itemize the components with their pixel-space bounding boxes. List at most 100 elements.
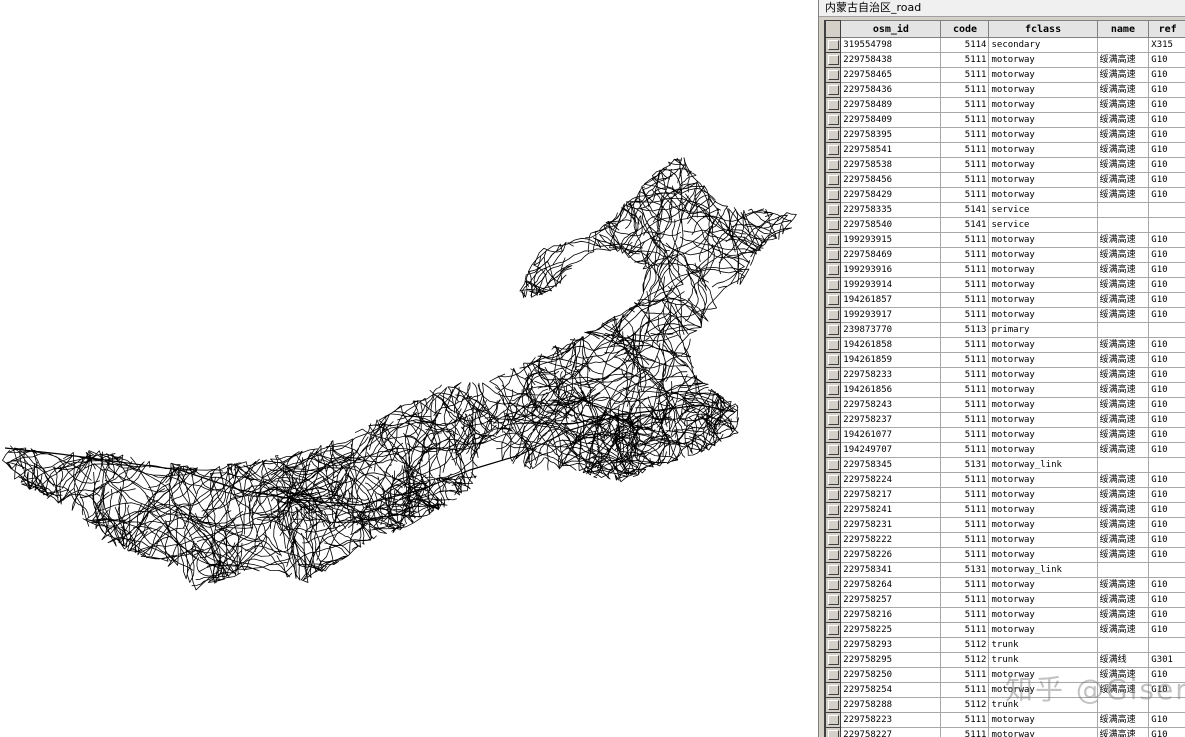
cell-ref[interactable]: G10 [1148, 127, 1185, 143]
cell-osm-id[interactable]: 194261077 [840, 427, 942, 443]
cell-code[interactable]: 5111 [940, 487, 990, 503]
table-row[interactable]: 229758241 5111 motorway 绥满高速 G10 [825, 502, 1185, 518]
table-row[interactable]: 229758250 5111 motorway 绥满高速 G10 [825, 667, 1185, 683]
cell-code[interactable]: 5111 [940, 367, 990, 383]
cell-fclass[interactable]: motorway [988, 307, 1098, 323]
cell-fclass[interactable]: motorway [988, 442, 1098, 458]
cell-name[interactable]: 绥满高速 [1096, 232, 1150, 248]
row-selector[interactable] [825, 52, 842, 68]
column-header-ref[interactable]: ref [1148, 20, 1185, 38]
cell-code[interactable]: 5111 [940, 172, 990, 188]
table-row[interactable]: 229758233 5111 motorway 绥满高速 G10 [825, 367, 1185, 383]
cell-code[interactable]: 5111 [940, 397, 990, 413]
cell-code[interactable]: 5111 [940, 337, 990, 353]
cell-ref[interactable]: G10 [1148, 442, 1185, 458]
cell-code[interactable]: 5111 [940, 667, 990, 683]
cell-code[interactable]: 5111 [940, 277, 990, 293]
cell-name[interactable]: 绥满高速 [1096, 592, 1150, 608]
cell-name[interactable]: 绥满高速 [1096, 292, 1150, 308]
cell-name[interactable] [1096, 202, 1150, 218]
cell-code[interactable]: 5113 [940, 322, 990, 338]
row-selector[interactable] [825, 457, 842, 473]
cell-code[interactable]: 5112 [940, 637, 990, 653]
cell-ref[interactable]: G10 [1148, 547, 1185, 563]
row-selector[interactable] [825, 232, 842, 248]
cell-code[interactable]: 5111 [940, 682, 990, 698]
table-row[interactable]: 229758223 5111 motorway 绥满高速 G10 [825, 712, 1185, 728]
cell-name[interactable] [1096, 637, 1150, 653]
cell-name[interactable]: 绥满高速 [1096, 472, 1150, 488]
table-row[interactable]: 239873770 5113 primary [825, 322, 1185, 338]
cell-osm-id[interactable]: 229758293 [840, 637, 942, 653]
cell-name[interactable]: 绥满高速 [1096, 727, 1150, 737]
row-selector[interactable] [825, 187, 842, 203]
table-row[interactable]: 229758436 5111 motorway 绥满高速 G10 [825, 82, 1185, 98]
cell-ref[interactable]: G10 [1148, 727, 1185, 737]
cell-osm-id[interactable]: 229758217 [840, 487, 942, 503]
cell-code[interactable]: 5111 [940, 622, 990, 638]
cell-osm-id[interactable]: 229758429 [840, 187, 942, 203]
row-selector[interactable] [825, 277, 842, 293]
cell-osm-id[interactable]: 239873770 [840, 322, 942, 338]
cell-osm-id[interactable]: 229758231 [840, 517, 942, 533]
cell-fclass[interactable]: trunk [988, 652, 1098, 668]
cell-osm-id[interactable]: 229758288 [840, 697, 942, 713]
map-view[interactable] [0, 0, 818, 737]
cell-ref[interactable]: G10 [1148, 577, 1185, 593]
cell-code[interactable]: 5111 [940, 307, 990, 323]
cell-ref[interactable]: G10 [1148, 67, 1185, 83]
cell-osm-id[interactable]: 229758225 [840, 622, 942, 638]
row-selector[interactable] [825, 547, 842, 563]
cell-ref[interactable]: G10 [1148, 247, 1185, 263]
column-header-fclass[interactable]: fclass [988, 20, 1098, 38]
cell-name[interactable]: 绥满高速 [1096, 607, 1150, 623]
cell-osm-id[interactable]: 194261859 [840, 352, 942, 368]
cell-code[interactable]: 5111 [940, 592, 990, 608]
cell-osm-id[interactable]: 229758341 [840, 562, 942, 578]
cell-name[interactable]: 绥满高速 [1096, 172, 1150, 188]
cell-fclass[interactable]: motorway [988, 127, 1098, 143]
cell-name[interactable] [1096, 562, 1150, 578]
table-row[interactable]: 229758345 5131 motorway_link [825, 457, 1185, 473]
table-row[interactable]: 229758489 5111 motorway 绥满高速 G10 [825, 97, 1185, 113]
cell-fclass[interactable]: motorway [988, 577, 1098, 593]
cell-code[interactable]: 5111 [940, 427, 990, 443]
cell-osm-id[interactable]: 319554798 [840, 37, 942, 53]
cell-osm-id[interactable]: 229758264 [840, 577, 942, 593]
row-selector[interactable] [825, 67, 842, 83]
cell-code[interactable]: 5111 [940, 97, 990, 113]
cell-ref[interactable]: G10 [1148, 472, 1185, 488]
cell-code[interactable]: 5111 [940, 577, 990, 593]
cell-fclass[interactable]: motorway [988, 82, 1098, 98]
cell-osm-id[interactable]: 229758345 [840, 457, 942, 473]
row-selector[interactable] [825, 412, 842, 428]
cell-name[interactable]: 绥满高速 [1096, 397, 1150, 413]
table-row[interactable]: 229758465 5111 motorway 绥满高速 G10 [825, 67, 1185, 83]
row-selector[interactable] [825, 667, 842, 683]
cell-fclass[interactable]: motorway_link [988, 457, 1098, 473]
row-selector[interactable] [825, 217, 842, 233]
row-selector[interactable] [825, 487, 842, 503]
cell-name[interactable]: 绥满高速 [1096, 52, 1150, 68]
cell-name[interactable]: 绥满高速 [1096, 127, 1150, 143]
cell-osm-id[interactable]: 229758469 [840, 247, 942, 263]
cell-fclass[interactable]: motorway [988, 592, 1098, 608]
cell-fclass[interactable]: motorway [988, 412, 1098, 428]
row-selector[interactable] [825, 382, 842, 398]
row-selector[interactable] [825, 367, 842, 383]
cell-fclass[interactable]: motorway [988, 532, 1098, 548]
row-selector[interactable] [825, 472, 842, 488]
table-row[interactable]: 194261859 5111 motorway 绥满高速 G10 [825, 352, 1185, 368]
cell-name[interactable]: 绥满高速 [1096, 547, 1150, 563]
row-selector[interactable] [825, 607, 842, 623]
cell-osm-id[interactable]: 199293915 [840, 232, 942, 248]
table-row[interactable]: 194261857 5111 motorway 绥满高速 G10 [825, 292, 1185, 308]
cell-fclass[interactable]: motorway [988, 472, 1098, 488]
cell-osm-id[interactable]: 229758335 [840, 202, 942, 218]
row-selector[interactable] [825, 247, 842, 263]
cell-name[interactable]: 绥满高速 [1096, 142, 1150, 158]
row-selector[interactable] [825, 157, 842, 173]
cell-osm-id[interactable]: 229758436 [840, 82, 942, 98]
table-row[interactable]: 229758429 5111 motorway 绥满高速 G10 [825, 187, 1185, 203]
row-selector[interactable] [825, 517, 842, 533]
